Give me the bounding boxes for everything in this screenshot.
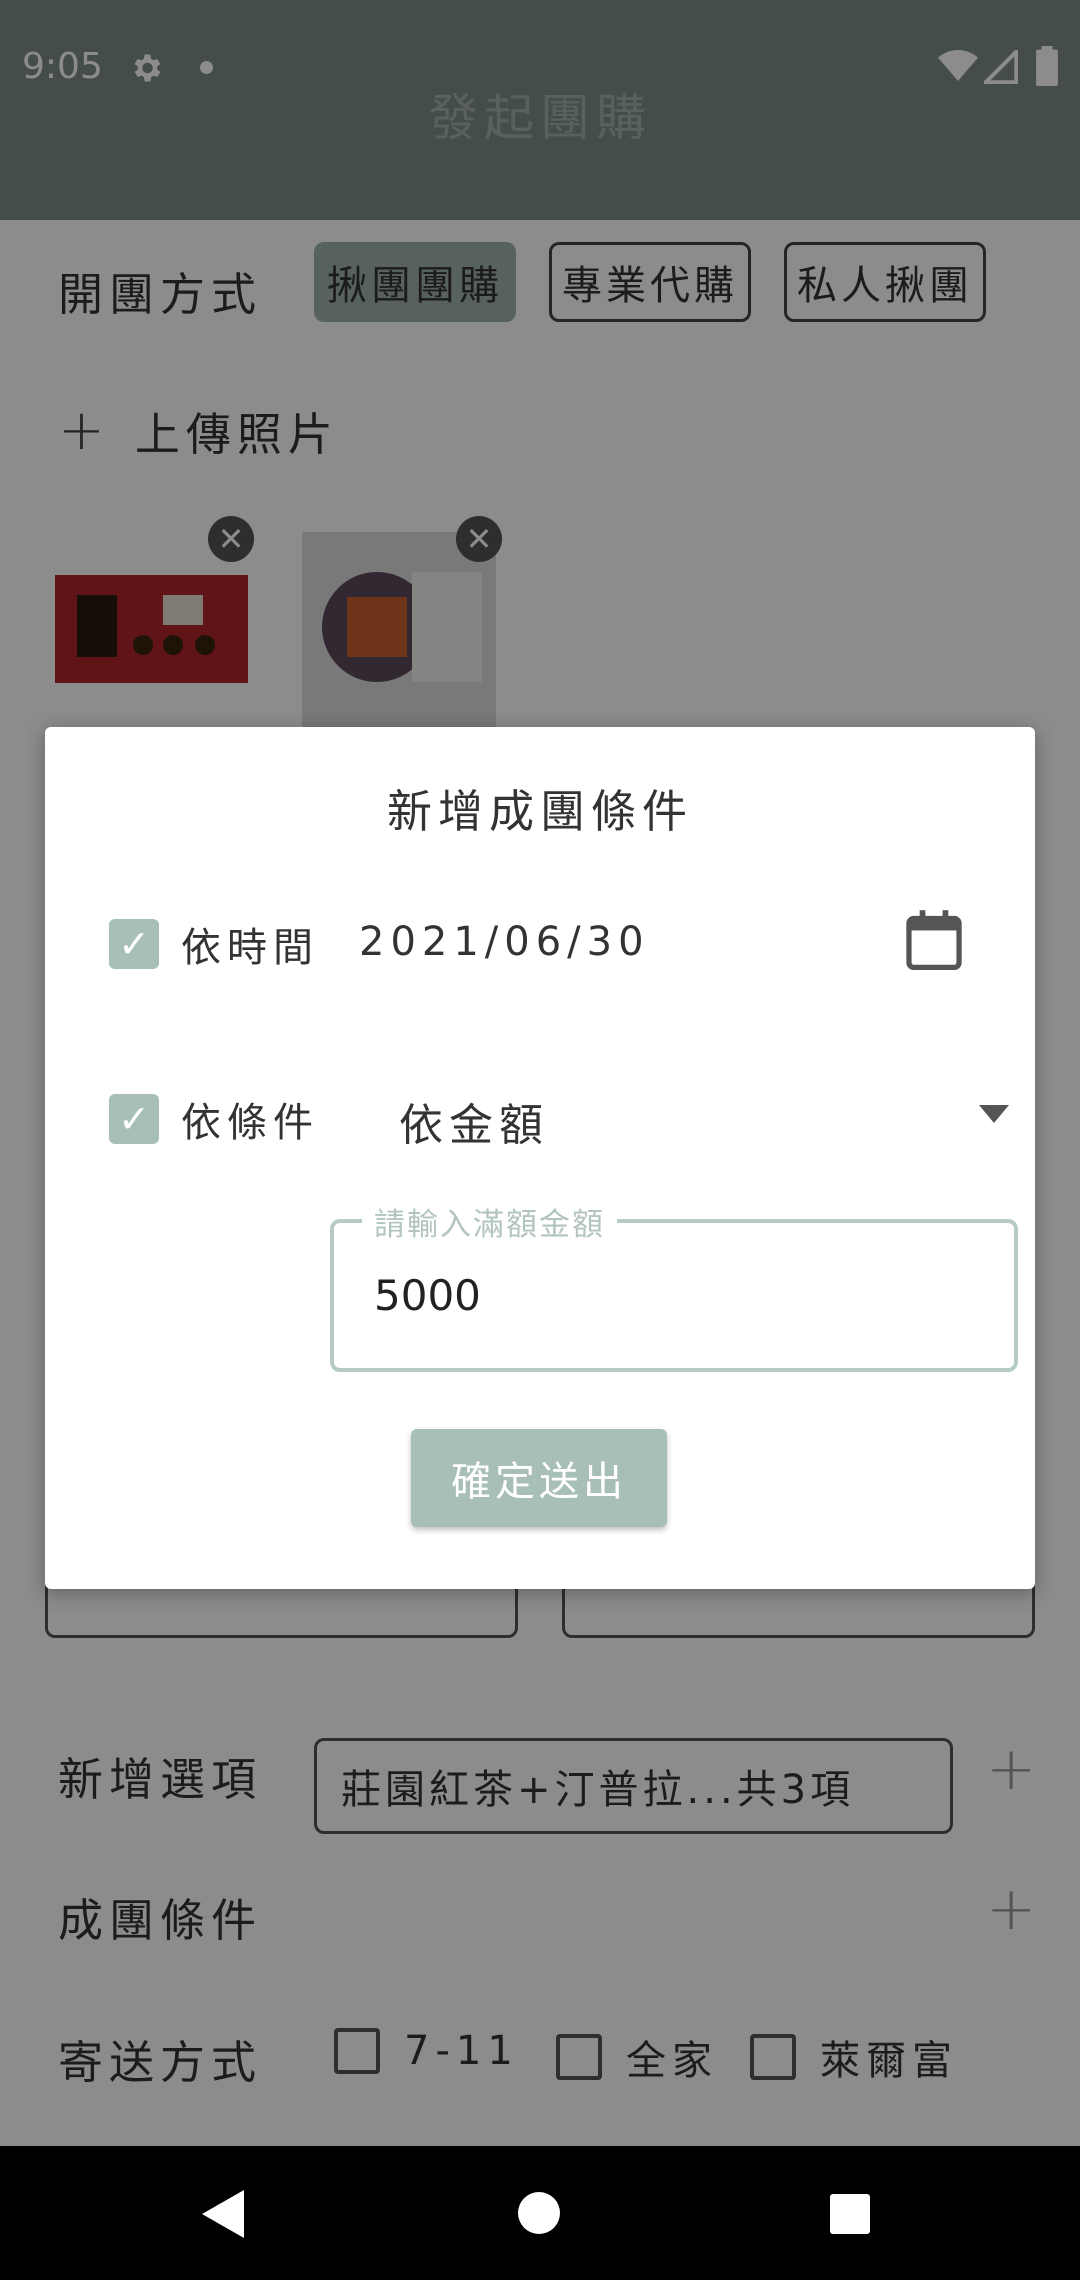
by-condition-checkbox[interactable]: ✓ 依條件 bbox=[109, 1090, 319, 1148]
add-condition-dialog: 新增成團條件 ✓ 依時間 2021/06/30 ✓ 依條件 依金額 請輸入滿額金… bbox=[45, 727, 1035, 1589]
by-time-checkbox[interactable]: ✓ 依時間 bbox=[109, 915, 319, 973]
date-value[interactable]: 2021/06/30 bbox=[359, 919, 650, 965]
home-icon[interactable] bbox=[518, 2192, 560, 2234]
condition-type-dropdown[interactable]: 依金額 bbox=[399, 1083, 1019, 1153]
back-icon[interactable] bbox=[202, 2190, 246, 2238]
amount-field-label: 請輸入滿額金額 bbox=[362, 1199, 617, 1244]
chevron-down-icon bbox=[979, 1105, 1009, 1123]
dialog-title: 新增成團條件 bbox=[386, 785, 693, 838]
calendar-icon[interactable] bbox=[905, 909, 963, 971]
amount-field[interactable]: 請輸入滿額金額 5000 bbox=[330, 1199, 1018, 1372]
submit-button[interactable]: 確定送出 bbox=[411, 1429, 667, 1527]
recents-icon[interactable] bbox=[830, 2194, 870, 2234]
amount-input[interactable]: 5000 bbox=[374, 1271, 481, 1320]
checkmark-icon: ✓ bbox=[109, 919, 159, 969]
navigation-bar bbox=[0, 2146, 1080, 2280]
checkmark-icon: ✓ bbox=[109, 1094, 159, 1144]
